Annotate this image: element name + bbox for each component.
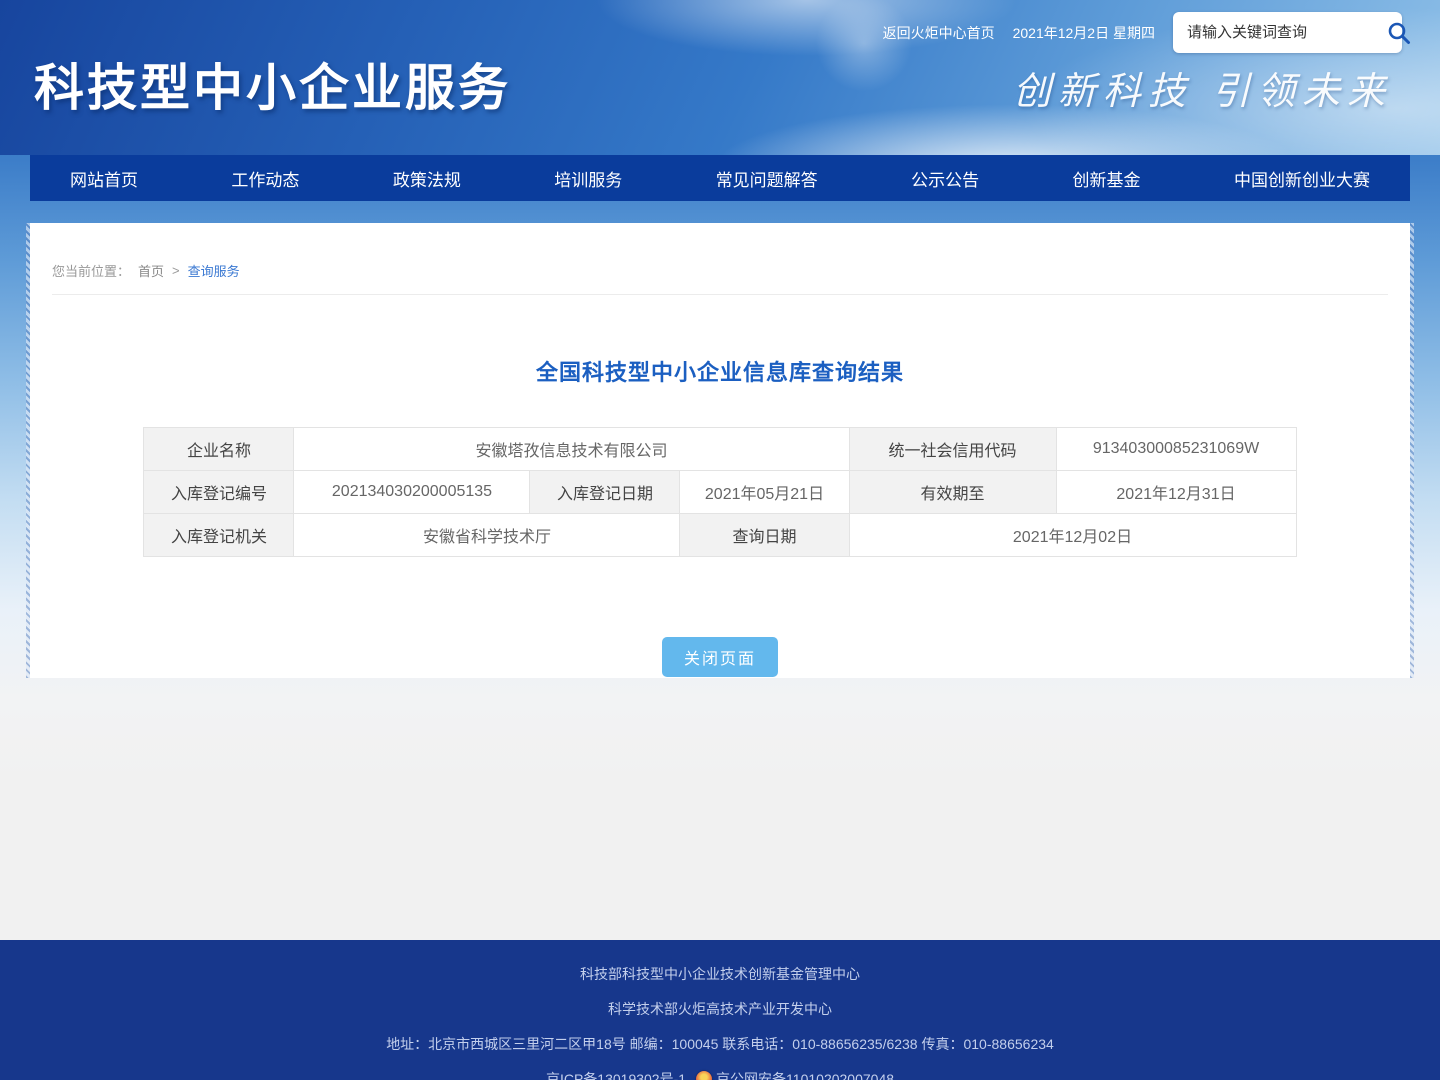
breadcrumb-current-link[interactable]: 查询服务 xyxy=(188,261,240,280)
reg-number-value: 202134030200005135 xyxy=(294,471,530,514)
search-button[interactable] xyxy=(1386,20,1412,46)
nav-item-innovation-fund[interactable]: 创新基金 xyxy=(1073,166,1141,191)
valid-until-label: 有效期至 xyxy=(849,471,1056,514)
query-result-table: 企业名称 安徽塔孜信息技术有限公司 统一社会信用代码 9134030008523… xyxy=(143,427,1296,557)
breadcrumb-divider xyxy=(52,294,1388,295)
table-row-authority: 入库登记机关 安徽省科学技术厅 查询日期 2021年12月02日 xyxy=(144,514,1296,557)
query-date-label: 查询日期 xyxy=(680,514,849,557)
credit-code-label: 统一社会信用代码 xyxy=(849,428,1056,471)
company-name-value: 安徽塔孜信息技术有限公司 xyxy=(294,428,849,471)
nav-item-faq[interactable]: 常见问题解答 xyxy=(716,166,818,191)
search-box xyxy=(1173,12,1402,53)
footer-org-line1: 科技部科技型中小企业技术创新基金管理中心 xyxy=(0,964,1440,984)
company-name-label: 企业名称 xyxy=(144,428,294,471)
breadcrumb-prefix: 您当前位置： xyxy=(52,261,130,280)
nav-item-policy[interactable]: 政策法规 xyxy=(393,166,461,191)
table-row-registration: 入库登记编号 202134030200005135 入库登记日期 2021年05… xyxy=(144,471,1296,514)
reg-date-value: 2021年05月21日 xyxy=(680,471,849,514)
current-date-text: 2021年12月2日 星期四 xyxy=(1013,23,1155,43)
query-date-value: 2021年12月02日 xyxy=(849,514,1296,557)
valid-until-value: 2021年12月31日 xyxy=(1056,471,1296,514)
footer-contact-line: 地址：北京市西城区三里河二区甲18号 邮编：100045 联系电话：010-88… xyxy=(0,1034,1440,1054)
breadcrumb: 您当前位置： 首页 > 查询服务 xyxy=(30,223,1410,280)
reg-date-label: 入库登记日期 xyxy=(530,471,680,514)
nav-item-announcements[interactable]: 公示公告 xyxy=(911,166,979,191)
icp-record-link[interactable]: 京ICP备13019302号-1 xyxy=(546,1071,686,1080)
table-row-company: 企业名称 安徽塔孜信息技术有限公司 统一社会信用代码 9134030008523… xyxy=(144,428,1296,471)
breadcrumb-separator: > xyxy=(172,263,180,278)
nav-item-news[interactable]: 工作动态 xyxy=(231,166,299,191)
nav-item-competition[interactable]: 中国创新创业大赛 xyxy=(1234,166,1370,191)
slogan-calligraphy: 创新科技 引领未来 xyxy=(1013,60,1392,115)
site-footer: 科技部科技型中小企业技术创新基金管理中心 科学技术部火炬高技术产业开发中心 地址… xyxy=(0,940,1440,1080)
site-header: 科技型中小企业服务 返回火炬中心首页 2021年12月2日 星期四 创新科技 引… xyxy=(0,0,1440,155)
footer-legal-line: 京ICP备13019302号-1 京公网安备11010202007048 xyxy=(0,1069,1440,1080)
nav-item-training[interactable]: 培训服务 xyxy=(554,166,622,191)
footer-org-line2: 科学技术部火炬高技术产业开发中心 xyxy=(0,999,1440,1019)
police-record-link[interactable]: 京公网安备11010202007048 xyxy=(716,1071,894,1080)
content-card: 您当前位置： 首页 > 查询服务 全国科技型中小企业信息库查询结果 企业名称 安… xyxy=(30,223,1410,678)
return-torch-home-link[interactable]: 返回火炬中心首页 xyxy=(883,23,995,43)
search-input[interactable] xyxy=(1187,24,1386,41)
page-title: 全国科技型中小企业信息库查询结果 xyxy=(30,355,1410,387)
reg-authority-value: 安徽省科学技术厅 xyxy=(294,514,680,557)
police-badge-icon xyxy=(696,1071,712,1080)
reg-number-label: 入库登记编号 xyxy=(144,471,294,514)
close-page-button[interactable]: 关闭页面 xyxy=(662,637,778,677)
site-title: 科技型中小企业服务 xyxy=(34,48,511,120)
main-nav: 网站首页 工作动态 政策法规 培训服务 常见问题解答 公示公告 创新基金 中国创… xyxy=(30,155,1410,201)
reg-authority-label: 入库登记机关 xyxy=(144,514,294,557)
breadcrumb-home-link[interactable]: 首页 xyxy=(138,261,164,280)
header-topbar: 返回火炬中心首页 2021年12月2日 星期四 xyxy=(883,12,1402,53)
search-icon xyxy=(1386,20,1412,46)
nav-item-home[interactable]: 网站首页 xyxy=(70,166,138,191)
credit-code-value: 91340300085231069W xyxy=(1056,428,1296,471)
